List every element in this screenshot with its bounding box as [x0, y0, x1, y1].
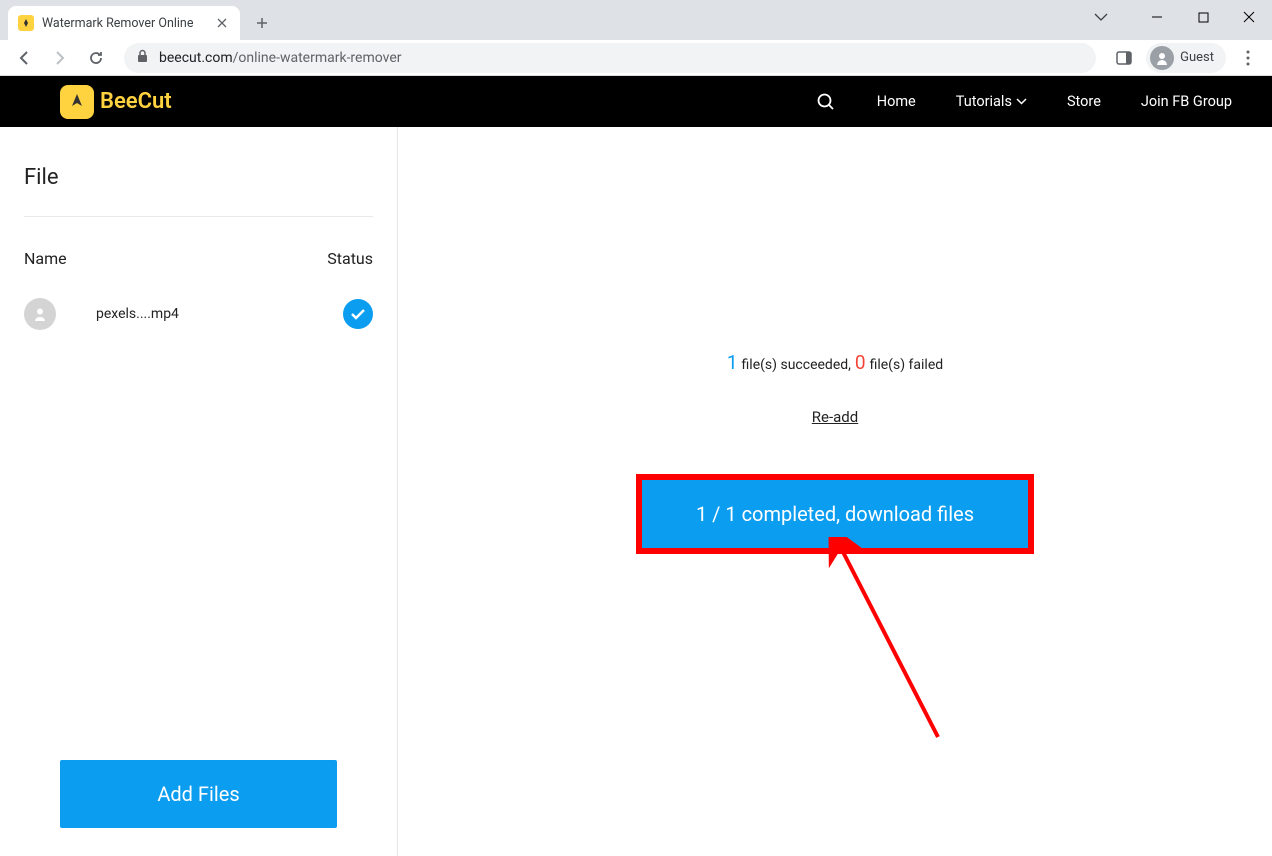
site-header: BeeCut Home Tutorials Store Join FB Grou…: [0, 76, 1272, 127]
nav-store[interactable]: Store: [1067, 93, 1101, 110]
sidebar: File Name Status pexels....mp4 Add Files: [0, 127, 398, 856]
success-text: file(s) succeeded,: [742, 357, 851, 373]
tab-bar: Watermark Remover Online: [0, 0, 1272, 40]
brand-logo[interactable]: BeeCut: [60, 85, 172, 119]
tab-title: Watermark Remover Online: [42, 16, 206, 31]
lock-icon: [136, 49, 149, 67]
nav-tutorials[interactable]: Tutorials: [956, 93, 1027, 110]
chevron-down-icon: [1016, 98, 1027, 105]
forward-button[interactable]: [44, 42, 76, 74]
url-text: beecut.com/online-watermark-remover: [159, 50, 402, 66]
browser-tab[interactable]: Watermark Remover Online: [8, 6, 240, 40]
download-highlight: 1 / 1 completed, download files: [636, 474, 1034, 554]
nav-fb-group[interactable]: Join FB Group: [1141, 93, 1232, 110]
file-name: pexels....mp4: [96, 306, 343, 322]
sidebar-inner: File Name Status pexels....mp4: [0, 127, 397, 732]
logo-icon: [60, 85, 94, 119]
nav-tutorials-label: Tutorials: [956, 93, 1012, 110]
address-bar[interactable]: beecut.com/online-watermark-remover: [124, 43, 1096, 73]
side-panel-icon[interactable]: [1108, 42, 1140, 74]
sidebar-title: File: [24, 165, 373, 217]
new-tab-button[interactable]: [248, 9, 276, 37]
avatar-icon: [1150, 46, 1174, 70]
status-text: 1 file(s) succeeded, 0file(s) failed: [727, 351, 943, 374]
minimize-button[interactable]: [1134, 0, 1180, 34]
profile-button[interactable]: Guest: [1146, 43, 1226, 73]
col-name: Name: [24, 249, 67, 268]
list-item[interactable]: pexels....mp4: [24, 268, 373, 330]
download-button[interactable]: 1 / 1 completed, download files: [642, 480, 1028, 548]
file-list-header: Name Status: [24, 217, 373, 268]
maximize-button[interactable]: [1180, 0, 1226, 34]
checkmark-icon: [343, 299, 373, 329]
readd-link[interactable]: Re-add: [812, 408, 858, 426]
brand-name: BeeCut: [100, 89, 172, 114]
chevron-down-icon[interactable]: [1078, 0, 1124, 34]
search-icon[interactable]: [815, 91, 837, 113]
guest-label: Guest: [1180, 50, 1214, 65]
col-status: Status: [327, 249, 373, 268]
content: File Name Status pexels....mp4 Add Files…: [0, 127, 1272, 856]
close-icon[interactable]: [214, 15, 230, 31]
back-button[interactable]: [8, 42, 40, 74]
header-nav: Home Tutorials Store Join FB Group: [815, 91, 1232, 113]
add-files-button[interactable]: Add Files: [60, 760, 337, 828]
close-window-button[interactable]: [1226, 0, 1272, 34]
nav-home[interactable]: Home: [877, 93, 916, 110]
toolbar-right: Guest: [1108, 42, 1264, 74]
kebab-menu-icon[interactable]: [1232, 42, 1264, 74]
window-controls: [1078, 0, 1272, 34]
fail-count: 0: [855, 351, 866, 374]
fail-text: file(s) failed: [870, 357, 944, 373]
browser-toolbar: beecut.com/online-watermark-remover Gues…: [0, 40, 1272, 76]
arrow-annotation-icon: [828, 537, 948, 747]
reload-button[interactable]: [80, 42, 112, 74]
sidebar-footer: Add Files: [0, 732, 397, 856]
favicon-icon: [18, 15, 34, 31]
main-panel: 1 file(s) succeeded, 0file(s) failed Re-…: [398, 127, 1272, 856]
browser-chrome: Watermark Remover Online: [0, 0, 1272, 76]
file-icon: [24, 298, 56, 330]
success-count: 1: [727, 351, 738, 374]
